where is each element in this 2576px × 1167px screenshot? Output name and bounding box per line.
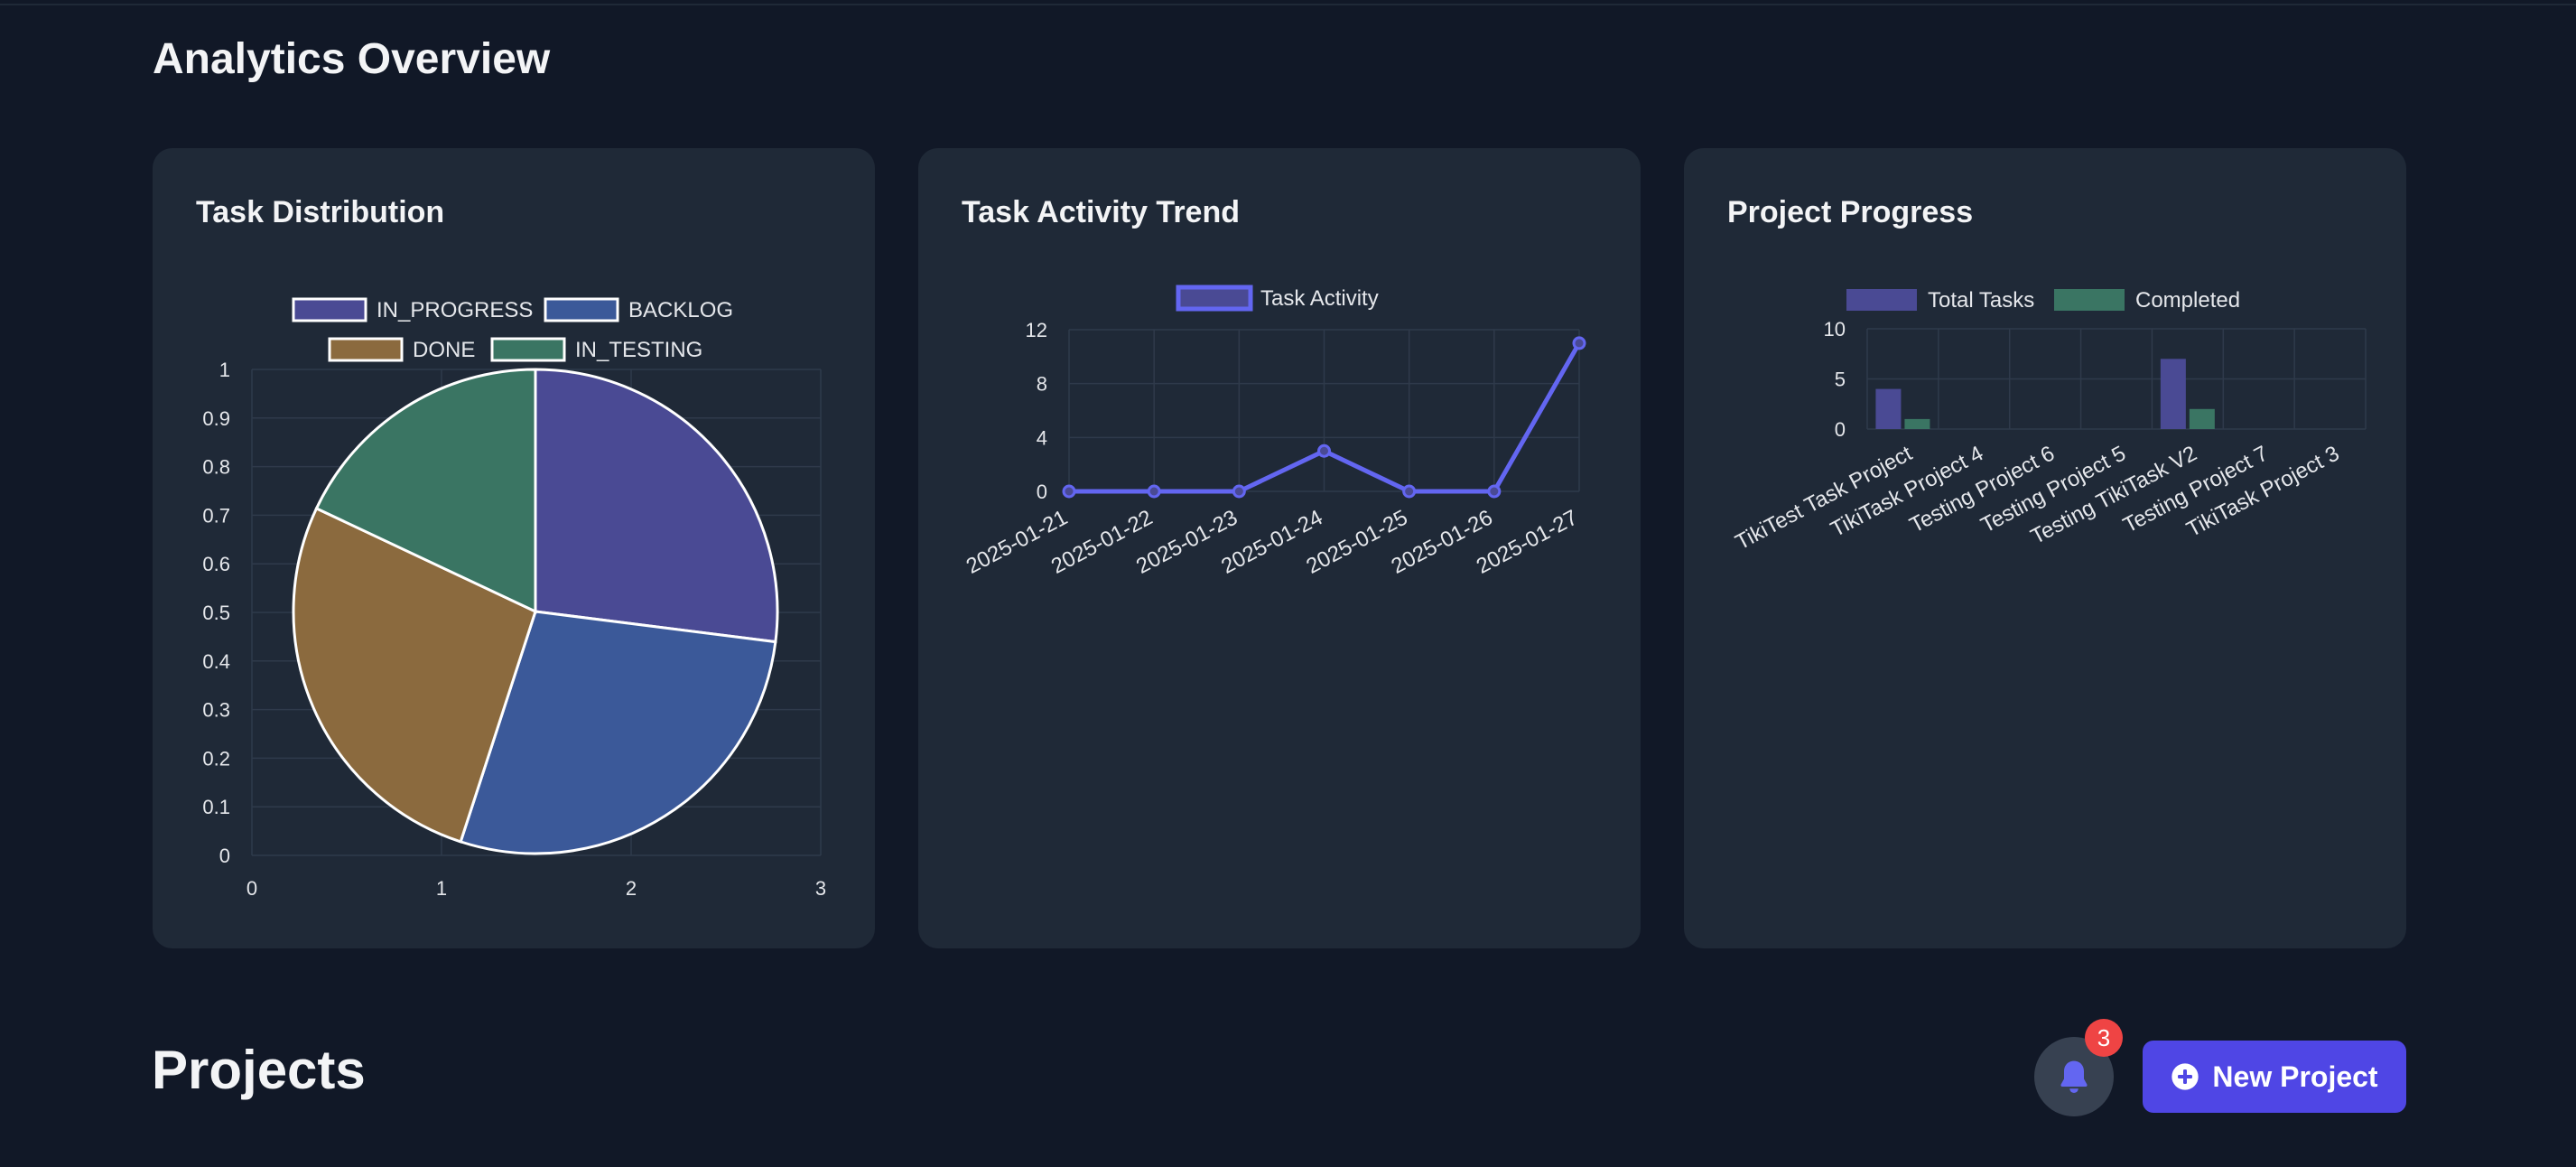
task-activity-point xyxy=(1062,484,1076,499)
y-tick-label: 0.3 xyxy=(202,699,230,722)
legend-swatch-total-tasks xyxy=(1846,289,1917,311)
legend-swatch-in_testing xyxy=(490,337,566,362)
task-activity-point xyxy=(1317,443,1331,458)
legend-label-backlog: BACKLOG xyxy=(628,298,733,322)
y-tick-label: 0.5 xyxy=(202,602,230,624)
y-tick-label: 10 xyxy=(1824,318,1846,341)
legend-label-done: DONE xyxy=(413,338,475,362)
x-tick-label: 2 xyxy=(626,877,637,900)
task-activity-point xyxy=(1572,336,1586,350)
bell-icon xyxy=(2060,1060,2088,1093)
new-project-label: New Project xyxy=(2212,1060,2378,1093)
task-activity-point xyxy=(1402,484,1417,499)
project-progress-chart: Total Tasks Completed0510TikiTest Task Pr… xyxy=(1732,288,2367,555)
task-activity-chart: Task Activity048122025-01-212025-01-2220… xyxy=(963,285,1586,579)
y-tick-label: 0.4 xyxy=(202,650,230,673)
new-project-button[interactable]: New Project xyxy=(2143,1041,2406,1113)
top-divider xyxy=(0,4,2576,5)
y-tick-label: 0 xyxy=(219,845,230,867)
x-tick-label: 0 xyxy=(246,877,257,900)
legend-label-in_testing: IN_TESTING xyxy=(575,338,702,362)
legend-swatch-done xyxy=(328,337,404,362)
y-tick-label: 8 xyxy=(1037,373,1047,396)
y-tick-label: 1 xyxy=(219,359,230,381)
task-distribution-chart: IN_PROGRESS BACKLOG DONE IN_TESTING 0 0.1 0.2 0… xyxy=(202,297,826,900)
legend-label-completed: Completed xyxy=(2135,288,2240,313)
task-activity-card: Task Activity Trend Task Activity 0 4 8 12 20… xyxy=(918,148,1641,948)
x-tick-label: 3 xyxy=(815,877,826,900)
bar-total-tasks xyxy=(1875,388,1902,429)
legend-swatch-task-activity xyxy=(1176,285,1253,312)
y-tick-label: 12 xyxy=(1026,319,1047,341)
x-tick-label: 1 xyxy=(436,877,447,900)
bar-completed xyxy=(2189,408,2215,429)
legend-label-total-tasks: Total Tasks xyxy=(1928,288,2034,313)
task-activity-point xyxy=(1487,484,1502,499)
bar-completed xyxy=(1904,418,1930,429)
project-progress-card: Project Progress Total Tasks Completed 0 5 1… xyxy=(1684,148,2406,948)
y-tick-label: 4 xyxy=(1037,426,1047,449)
y-tick-label: 0.9 xyxy=(202,407,230,430)
plus-circle-icon xyxy=(2171,1063,2199,1090)
notification-count-badge: 3 xyxy=(2085,1019,2123,1057)
y-tick-label: 0.6 xyxy=(202,553,230,575)
task-distribution-card: Task Distribution IN_PROGRESS BACKLOG DONE… xyxy=(153,148,875,948)
y-tick-label: 5 xyxy=(1835,369,1846,391)
projects-heading: Projects xyxy=(152,1040,366,1100)
y-tick-label: 0.2 xyxy=(202,747,230,770)
y-tick-label: 0 xyxy=(1835,418,1846,441)
legend-label-task-activity: Task Activity xyxy=(1260,286,1379,311)
y-tick-label: 0.1 xyxy=(202,796,230,818)
task-activity-point xyxy=(1232,484,1246,499)
legend-swatch-backlog xyxy=(544,297,619,322)
legend-swatch-in_progress xyxy=(292,297,367,322)
task-activity-point xyxy=(1147,484,1161,499)
legend-swatch-completed xyxy=(2054,289,2125,311)
y-tick-label: 0.8 xyxy=(202,456,230,479)
bar-total-tasks xyxy=(2160,359,2186,429)
pie-slice-in_progress xyxy=(534,368,779,644)
page-title: Analytics Overview xyxy=(153,35,551,83)
y-tick-label: 0 xyxy=(1037,481,1047,503)
y-tick-label: 0.7 xyxy=(202,504,230,527)
legend-label-in_progress: IN_PROGRESS xyxy=(377,298,533,322)
